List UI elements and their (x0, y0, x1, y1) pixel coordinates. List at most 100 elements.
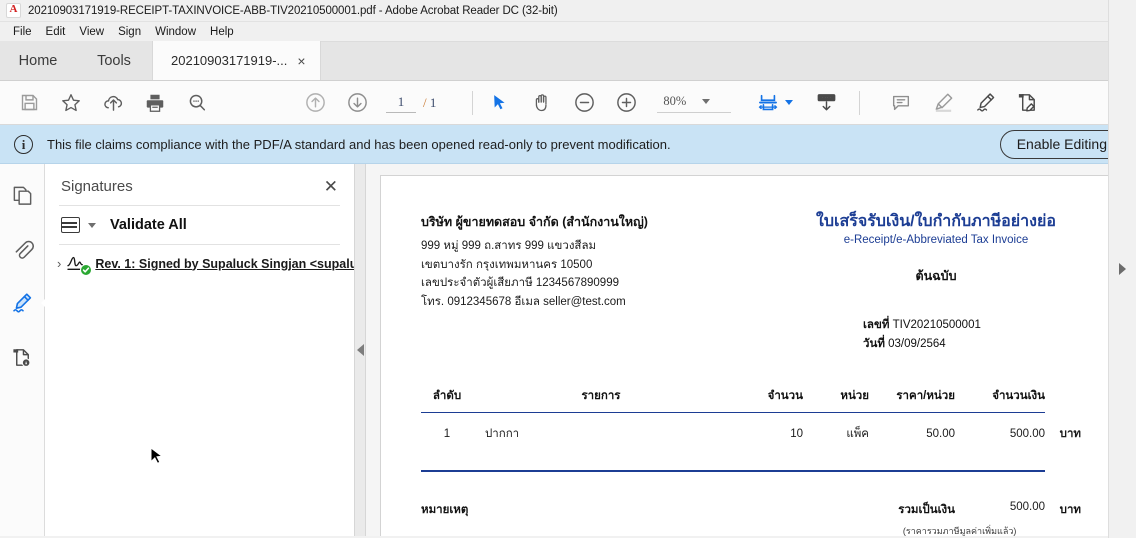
table-row: 1 ปากกา 10 แพ็ค 50.00 500.00 บาท (421, 412, 1081, 443)
window-title: 20210903171919-RECEIPT-TAXINVOICE-ABB-TI… (28, 4, 558, 17)
previous-page-icon[interactable] (294, 83, 336, 123)
tab-home[interactable]: Home (0, 41, 76, 80)
attachments-icon[interactable] (4, 232, 40, 266)
close-icon[interactable]: × (297, 54, 305, 68)
chevron-down-icon[interactable] (702, 99, 711, 104)
column-header-seq: ลำดับ (421, 386, 473, 413)
cloud-upload-icon[interactable] (92, 83, 134, 123)
document-date-value: 03/09/2564 (888, 337, 946, 350)
hand-pan-icon[interactable] (521, 83, 563, 123)
tab-strip: Home Tools 20210903171919-... × (0, 41, 1136, 81)
menu-item-view[interactable]: View (72, 25, 111, 39)
document-date-row: วันที่ 03/09/2564 (863, 335, 1081, 353)
seller-tax-id: เลขประจำตัวผู้เสียภาษี 1234567890999 (421, 277, 619, 290)
right-panel-expander[interactable] (1108, 0, 1136, 538)
document-header: บริษัท ผู้ขายทดสอบ จำกัด (สำนักงานใหญ่) … (421, 212, 1081, 353)
page-count-value: 1 (429, 94, 437, 110)
document-number-value: TIV20210500001 (892, 319, 981, 332)
totals-block: รวมเป็นเงิน 500.00 บาท (ราคารวมภาษีมูลค่… (898, 501, 1081, 536)
star-icon[interactable] (50, 83, 92, 123)
document-number-row: เลขที่ TIV20210500001 (863, 316, 1081, 334)
cell-price: 50.00 (926, 427, 955, 440)
close-icon[interactable]: ✕ (324, 178, 338, 195)
zoom-level-value: 80% (663, 94, 687, 108)
signatures-panel-title: Signatures (61, 178, 133, 195)
signatures-panel: Signatures ✕ Validate All › Rev. 1: Sign… (45, 164, 355, 536)
sign-icon[interactable] (964, 83, 1006, 123)
signature-list-item[interactable]: › Rev. 1: Signed by Supaluck Singjan <su… (45, 245, 354, 282)
request-signature-icon[interactable] (1006, 83, 1048, 123)
info-circle-icon: i (14, 134, 33, 154)
collapse-left-arrow-icon (356, 344, 364, 356)
panel-collapse-handle[interactable] (355, 164, 366, 536)
cell-desc: ปากกา (485, 427, 520, 440)
chevron-right-icon[interactable]: › (57, 257, 61, 270)
zoom-out-icon[interactable] (563, 83, 605, 123)
enable-editing-button[interactable]: Enable Editing (999, 129, 1124, 159)
tab-document[interactable]: 20210903171919-... × (152, 41, 321, 80)
page-scroll-icon[interactable] (805, 83, 847, 123)
zoom-level-control[interactable]: 80% (657, 92, 732, 113)
highlight-icon[interactable] (922, 83, 964, 123)
acrobat-logo-icon (6, 3, 21, 18)
document-meta: เลขที่ TIV20210500001 วันที่ 03/09/2564 (791, 316, 1081, 353)
notification-message: This file claims compliance with the PDF… (47, 136, 671, 152)
print-icon[interactable] (134, 83, 176, 123)
pdf-page: บริษัท ผู้ขายทดสอบ จำกัด (สำนักงานใหญ่) … (380, 175, 1122, 536)
seller-address-line-1: 999 หมู่ 999 ถ.สาทร 999 แขวงสีลม (421, 240, 597, 252)
menu-item-file[interactable]: File (6, 25, 39, 39)
workspace: Signatures ✕ Validate All › Rev. 1: Sign… (0, 0, 1136, 538)
column-header-price: ราคา/หน่วย (869, 386, 955, 413)
document-properties-icon[interactable] (4, 340, 40, 374)
chevron-down-icon[interactable] (88, 222, 96, 228)
tab-tools[interactable]: Tools (76, 41, 152, 80)
fit-page-icon[interactable] (751, 83, 785, 123)
table-header-row: ลำดับ รายการ จำนวน หน่วย ราคา/หน่วย จำนว… (421, 386, 1081, 413)
check-badge-icon (80, 264, 93, 276)
document-title-english: e-Receipt/e-Abbreviated Tax Invoice (843, 234, 1029, 247)
comment-icon[interactable] (880, 83, 922, 123)
validate-all-label: Validate All (110, 217, 187, 233)
navigation-rail (0, 164, 45, 536)
document-footer: หมายเหตุ รวมเป็นเงิน 500.00 บาท (ราคารวม… (421, 501, 1081, 536)
signature-entry-label[interactable]: Rev. 1: Signed by Supaluck Singjan <supa… (95, 257, 354, 271)
cursor-select-icon[interactable] (479, 83, 521, 123)
title-bar: 20210903171919-RECEIPT-TAXINVOICE-ABB-TI… (0, 0, 1136, 22)
menu-item-sign[interactable]: Sign (111, 25, 148, 39)
total-note: (ราคารวมภาษีมูลค่าเพิ่มแล้ว) (902, 525, 1017, 536)
search-icon[interactable] (176, 83, 218, 123)
cell-amount: 500.00 (1009, 427, 1045, 440)
document-title-block: ใบเสร็จรับเงิน/ใบกำกับภาษีอย่างย่อ e-Rec… (791, 212, 1081, 353)
page-navigation: / 1 (386, 92, 437, 113)
expand-right-panel-icon (1119, 263, 1126, 275)
menu-item-window[interactable]: Window (148, 25, 203, 39)
column-header-amount: จำนวนเงิน (955, 386, 1045, 413)
page-number-input[interactable] (386, 92, 416, 113)
column-header-currency (1045, 387, 1081, 413)
fit-page-chevron-icon[interactable] (785, 100, 794, 105)
signatures-icon[interactable] (4, 286, 40, 320)
document-date-label: วันที่ (863, 337, 885, 350)
tab-document-label: 20210903171919-... (171, 53, 288, 68)
cell-seq: 1 (443, 427, 451, 440)
seller-info: บริษัท ผู้ขายทดสอบ จำกัด (สำนักงานใหญ่) … (421, 212, 751, 353)
menu-item-edit[interactable]: Edit (39, 25, 73, 39)
total-row: รวมเป็นเงิน 500.00 บาท (898, 501, 1081, 519)
cell-unit: แพ็ค (846, 427, 869, 440)
acrobat-reader-window: 20210903171919-RECEIPT-TAXINVOICE-ABB-TI… (0, 0, 1136, 538)
document-viewport[interactable]: บริษัท ผู้ขายทดสอบ จำกัด (สำนักงานใหญ่) … (366, 164, 1136, 536)
cell-currency: บาท (1059, 427, 1081, 440)
menu-item-help[interactable]: Help (203, 25, 241, 39)
next-page-icon[interactable] (336, 83, 378, 123)
pdfa-notification-bar: i This file claims compliance with the P… (0, 125, 1136, 164)
document-copy-label: ต้นฉบับ (915, 269, 957, 284)
total-currency: บาท (1059, 503, 1081, 516)
column-header-desc: รายการ (473, 386, 729, 413)
cell-qty: 10 (790, 427, 803, 440)
page-thumbnails-icon[interactable] (4, 178, 40, 212)
zoom-in-icon[interactable] (605, 83, 647, 123)
line-items-table: ลำดับ รายการ จำนวน หน่วย ราคา/หน่วย จำนว… (421, 386, 1081, 443)
table-bottom-rule (421, 469, 1045, 472)
save-icon[interactable] (8, 83, 50, 123)
validate-all-row[interactable]: Validate All (45, 206, 354, 244)
